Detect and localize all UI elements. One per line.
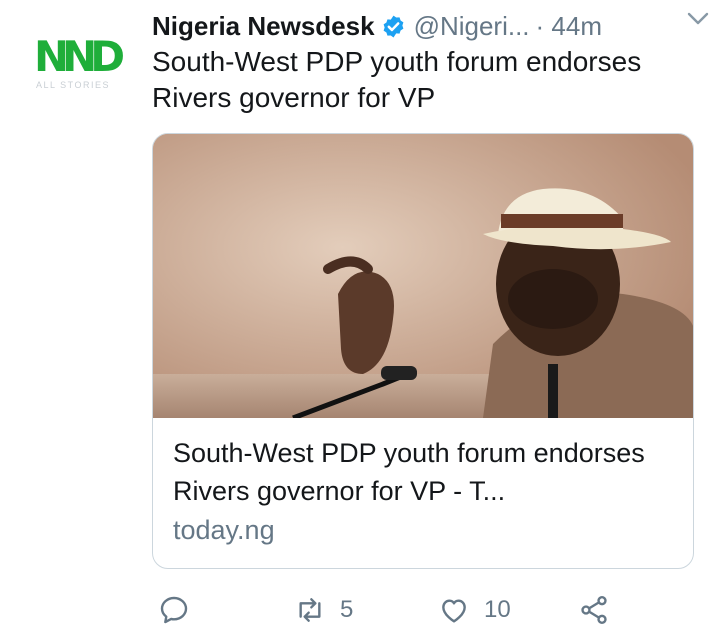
card-title[interactable]: South-West PDP youth forum endorses Rive… bbox=[173, 434, 673, 510]
chevron-down-icon[interactable] bbox=[686, 10, 710, 28]
share-icon bbox=[581, 596, 607, 624]
card-image bbox=[153, 134, 693, 418]
like-button[interactable]: 10 bbox=[438, 588, 511, 632]
tweet-timestamp[interactable]: · 44m bbox=[536, 11, 602, 42]
avatar-logo-subtext: ALL STORIES bbox=[36, 80, 111, 90]
like-count: 10 bbox=[484, 596, 511, 623]
retweet-icon bbox=[299, 598, 321, 622]
retweet-count: 5 bbox=[340, 596, 354, 623]
tweet-actions: 5 10 bbox=[152, 588, 712, 632]
retweet-button[interactable]: 5 bbox=[294, 588, 353, 632]
tweet-text: South-West PDP youth forum endorses Rive… bbox=[152, 46, 642, 113]
card-body: South-West PDP youth forum endorses Rive… bbox=[173, 434, 673, 550]
reply-icon bbox=[160, 596, 188, 624]
like-icon bbox=[442, 599, 466, 623]
avatar-logo-text: NND bbox=[34, 32, 125, 81]
share-button[interactable] bbox=[578, 588, 610, 632]
reply-button[interactable] bbox=[158, 588, 204, 632]
avatar[interactable]: NND ALL STORIES bbox=[22, 30, 140, 100]
card-domain: today.ng bbox=[173, 515, 275, 545]
verified-badge-icon bbox=[381, 14, 406, 39]
link-card[interactable]: South-West PDP youth forum endorses Rive… bbox=[152, 133, 694, 569]
author-handle[interactable]: @Nigeri... bbox=[414, 11, 530, 42]
author-name[interactable]: Nigeria Newsdesk bbox=[152, 11, 375, 42]
tweet-header: Nigeria Newsdesk @Nigeri... · 44m bbox=[152, 6, 700, 46]
